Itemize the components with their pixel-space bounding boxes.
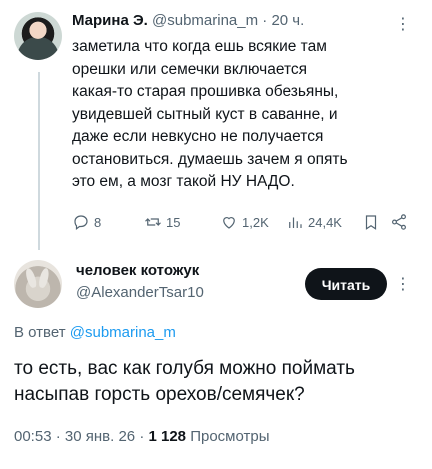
retweet-button[interactable]: 15: [144, 213, 180, 231]
tweet-text: заметила что когда ешь всякие там орешки…: [72, 38, 348, 190]
follow-button[interactable]: Читать: [305, 268, 387, 300]
retweet-count: 15: [166, 214, 181, 230]
retweet-icon: [145, 218, 161, 226]
bookmark-button[interactable]: [362, 213, 380, 231]
reply-button[interactable]: 8: [72, 213, 101, 231]
analytics-icon: [289, 217, 302, 228]
tweet-time[interactable]: 20 ч.: [271, 12, 304, 29]
views-label: Просмотры: [190, 428, 270, 445]
post-time[interactable]: 00:53: [14, 428, 52, 445]
author-avatar[interactable]: [14, 12, 62, 60]
like-count: 1,2K: [242, 214, 269, 230]
bookmark-icon: [365, 215, 377, 230]
views-total: 1 128: [148, 428, 187, 445]
reply-count: 8: [94, 214, 102, 230]
reply-to-handle-link[interactable]: @submarina_m: [70, 324, 176, 341]
thread-connector-line: [38, 72, 40, 250]
views-button[interactable]: 24,4K: [286, 213, 342, 231]
tweet-actions-bar: 8 15 1,2K 24,4K: [72, 213, 412, 237]
avatar-ear: [24, 267, 38, 289]
heart-icon: [223, 217, 235, 229]
reply-author-handle[interactable]: @AlexanderTsar10: [76, 284, 204, 301]
share-button[interactable]: [390, 213, 408, 231]
reply-author-avatar[interactable]: [14, 260, 62, 308]
separator-dot: ·: [262, 12, 268, 29]
author-name[interactable]: Марина Э.: [72, 12, 148, 29]
avatar-ear: [37, 267, 51, 289]
reply-context: В ответ @submarina_m: [14, 324, 176, 341]
share-icon: [392, 214, 406, 230]
separator-dot: ·: [139, 428, 145, 445]
like-button[interactable]: 1,2K: [220, 213, 269, 231]
tweet-meta: 00:53 · 30 янв. 26 · 1 128 Просмотры: [14, 428, 270, 445]
author-handle[interactable]: @submarina_m: [152, 12, 258, 29]
views-count: 24,4K: [308, 214, 342, 230]
tweet-header: Марина Э. @submarina_m · 20 ч.: [72, 12, 304, 29]
reply-tweet-text: то есть, вас как голубя можно поймать на…: [14, 358, 355, 405]
reply-icon: [74, 215, 88, 230]
more-options-icon[interactable]: ⋮: [395, 14, 411, 34]
separator-dot: ·: [55, 428, 61, 445]
reply-author-name[interactable]: человек котожук: [76, 262, 199, 279]
post-date[interactable]: 30 янв. 26: [65, 428, 135, 445]
reply-more-options-icon[interactable]: ⋮: [395, 274, 411, 294]
reply-to-label: В ответ: [14, 324, 66, 341]
